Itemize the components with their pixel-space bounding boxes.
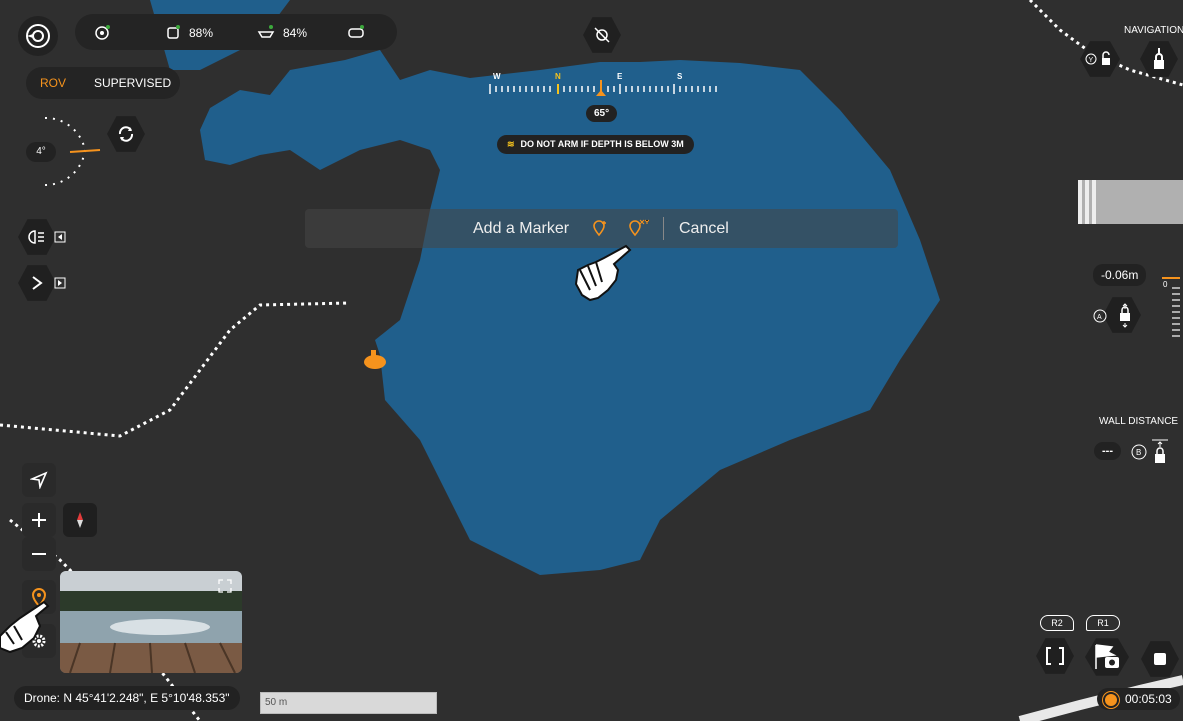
status-bar: 88% 84% (75, 14, 397, 50)
tilt-value: 4° (36, 146, 46, 157)
svg-text:Y: Y (1089, 57, 1094, 64)
minus-icon (32, 553, 46, 555)
center-on-drone-button[interactable] (22, 463, 56, 497)
svg-text:A: A (1097, 314, 1102, 321)
wall-distance-b-icon[interactable]: B (1131, 444, 1147, 460)
camera-preview[interactable] (60, 571, 242, 673)
compass-ruler (489, 80, 717, 96)
zoom-in-button[interactable] (22, 503, 56, 537)
tilt-value-badge: 4° (26, 142, 56, 162)
stop-icon (1154, 653, 1166, 665)
navigation-title: NAVIGATION (1124, 25, 1183, 36)
boat-battery-icon (257, 25, 275, 38)
lights-expand-icon[interactable] (54, 231, 66, 243)
wall-distance-badge: --- (1094, 442, 1121, 460)
tap-hand-left-icon (0, 600, 50, 654)
north-compass-button[interactable] (63, 503, 97, 537)
compass-needle-icon (77, 512, 83, 528)
cancel-button[interactable]: Cancel (679, 220, 729, 238)
photo-flag-icon (1095, 644, 1119, 669)
heading-value: 65° (594, 108, 610, 119)
gamepad-icon (348, 25, 364, 38)
zoom-out-button[interactable] (22, 537, 56, 571)
svg-text:B: B (1136, 448, 1141, 457)
drone-logo-icon (26, 24, 50, 48)
wall-distance-lock-icon[interactable] (1150, 438, 1170, 466)
water-waves-icon: ≋ (507, 139, 515, 149)
compass-label-w: W (493, 72, 501, 81)
chevron-right-icon (32, 276, 43, 290)
r2-label-badge: R2 (1040, 615, 1074, 631)
r1-label: R1 (1097, 618, 1109, 628)
add-marker-at-drone-icon[interactable] (591, 219, 609, 237)
gps-icon (95, 25, 110, 40)
drone-position-text: Drone: N 45°41'2.248", E 5°10'48.353" (24, 691, 230, 705)
drone-position-readout: Drone: N 45°41'2.248", E 5°10'48.353" (14, 686, 240, 710)
headlight-icon (28, 230, 44, 244)
drone-battery-icon (167, 25, 180, 39)
refresh-icon (118, 126, 134, 142)
heading-badge: 65° (586, 105, 618, 122)
map-scale-bar: 50 m (260, 692, 437, 714)
add-marker-label: Add a Marker (473, 220, 570, 237)
auto-depth-icon[interactable]: A (1093, 309, 1107, 323)
marker-toolbar-divider (663, 217, 664, 240)
map-scale-text: 50 m (265, 697, 288, 708)
app-logo[interactable] (18, 16, 58, 56)
no-signal-icon (594, 27, 610, 43)
depth-lock-icon (1120, 303, 1130, 328)
plus-icon (32, 513, 46, 527)
recording-time: 00:05:03 (1125, 692, 1172, 706)
mode-selector[interactable]: ROV SUPERVISED (26, 67, 180, 99)
compass-label-s: S (677, 72, 683, 81)
wall-distance-title: WALL DISTANCE (1099, 416, 1179, 427)
compass-label-e: E (617, 72, 623, 81)
record-frame-icon (1046, 647, 1064, 665)
boat-battery-value: 84% (283, 26, 308, 40)
panel-expand-icon[interactable] (54, 277, 66, 289)
lock-y-icon: Y (1085, 51, 1110, 65)
camera-preview-image (60, 571, 242, 673)
depth-warning: ≋ DO NOT ARM IF DEPTH IS BELOW 3M (497, 135, 694, 154)
depth-value: -0.06m (1101, 268, 1139, 282)
r1-label-badge: R1 (1086, 615, 1120, 631)
compass-label-n: N (555, 72, 561, 81)
depth-badge: -0.06m (1093, 264, 1147, 286)
mode-supervised[interactable]: SUPERVISED (94, 76, 171, 90)
mode-rov[interactable]: ROV (40, 76, 66, 90)
r2-label: R2 (1051, 618, 1063, 628)
navigation-arrow-icon (30, 471, 48, 489)
drone-battery-value: 88% (189, 26, 214, 40)
depth-scale-zero: 0 (1163, 280, 1168, 289)
tap-hand-icon (574, 244, 632, 302)
lock-icon (1154, 48, 1164, 69)
recording-dot-icon (1105, 693, 1117, 706)
depth-warning-text: DO NOT ARM IF DEPTH IS BELOW 3M (520, 139, 684, 149)
wall-distance-value: --- (1102, 445, 1113, 457)
recording-timer: 00:05:03 (1097, 688, 1180, 710)
add-marker-xy-icon[interactable] (627, 219, 649, 237)
fullscreen-icon[interactable] (218, 579, 232, 593)
thrust-gauge (1078, 180, 1183, 224)
